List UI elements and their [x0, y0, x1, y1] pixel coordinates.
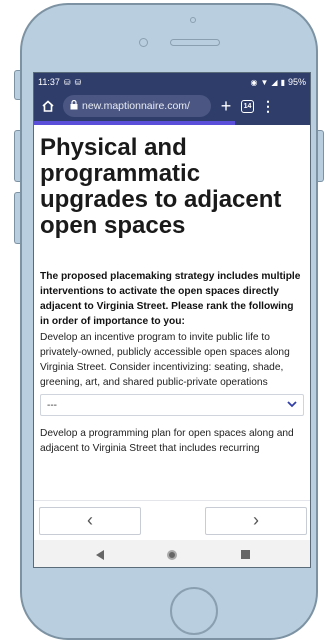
- sensor-dot: [190, 17, 196, 23]
- next-button[interactable]: ›: [205, 506, 307, 535]
- status-left: 11:37 ⛁ ⛁: [38, 77, 81, 87]
- recent-apps-icon[interactable]: [241, 550, 251, 559]
- chevron-left-icon: ‹: [87, 510, 93, 530]
- home-circle-icon[interactable]: [167, 549, 178, 560]
- eye-icon: ◉: [250, 77, 258, 87]
- status-time: 11:37: [38, 77, 60, 87]
- notification-icon: ⛁: [63, 77, 71, 87]
- question-prompt: The proposed placemaking strategy includ…: [40, 271, 301, 327]
- signal-icon: ◢: [271, 77, 278, 87]
- ranking-item-text: Develop a programming plan for open spac…: [40, 428, 294, 454]
- status-right: ◉ ▼ ◢ ▮ 95%: [251, 77, 306, 87]
- battery-icon: ▮: [280, 77, 285, 87]
- new-tab-icon[interactable]: +: [218, 97, 234, 115]
- tab-switcher-button[interactable]: 14: [241, 99, 254, 113]
- url-bar[interactable]: new.maptionnaire.com/: [63, 95, 211, 117]
- front-camera: [139, 38, 148, 47]
- back-icon[interactable]: [95, 549, 104, 560]
- survey-progress-fill: [34, 121, 236, 125]
- home-icon[interactable]: [40, 98, 56, 114]
- survey-nav-bar: ‹ ›: [34, 500, 310, 540]
- rank-select[interactable]: ---: [40, 394, 304, 416]
- earpiece-speaker: [170, 39, 220, 46]
- phone-screen: 11:37 ⛁ ⛁ ◉ ▼ ◢ ▮ 95% new.maptionnaire.c…: [33, 72, 311, 568]
- notification-icon: ⛁: [74, 77, 82, 87]
- battery-percent: 95%: [287, 77, 306, 87]
- survey-content: Physical and programmatic upgrades to ad…: [34, 125, 310, 456]
- lock-icon: [70, 99, 78, 113]
- rank-select-value: ---: [47, 399, 57, 411]
- ranking-item-text: Develop an incentive program to invite p…: [40, 332, 290, 388]
- previous-button[interactable]: ‹: [39, 506, 141, 535]
- status-bar: 11:37 ⛁ ⛁ ◉ ▼ ◢ ▮ 95%: [34, 73, 310, 91]
- url-text: new.maptionnaire.com/: [82, 100, 190, 112]
- phone-home-button[interactable]: [170, 587, 218, 635]
- wifi-icon: ▼: [260, 77, 269, 87]
- chevron-right-icon: ›: [253, 510, 259, 530]
- page-title: Physical and programmatic upgrades to ad…: [40, 134, 282, 239]
- browser-toolbar: new.maptionnaire.com/ + 14 ⋮: [34, 91, 310, 121]
- survey-progress-bar: [34, 121, 310, 125]
- chevron-down-icon: [287, 400, 297, 411]
- more-menu-icon[interactable]: ⋮: [261, 98, 275, 115]
- system-nav-bar: [34, 540, 310, 567]
